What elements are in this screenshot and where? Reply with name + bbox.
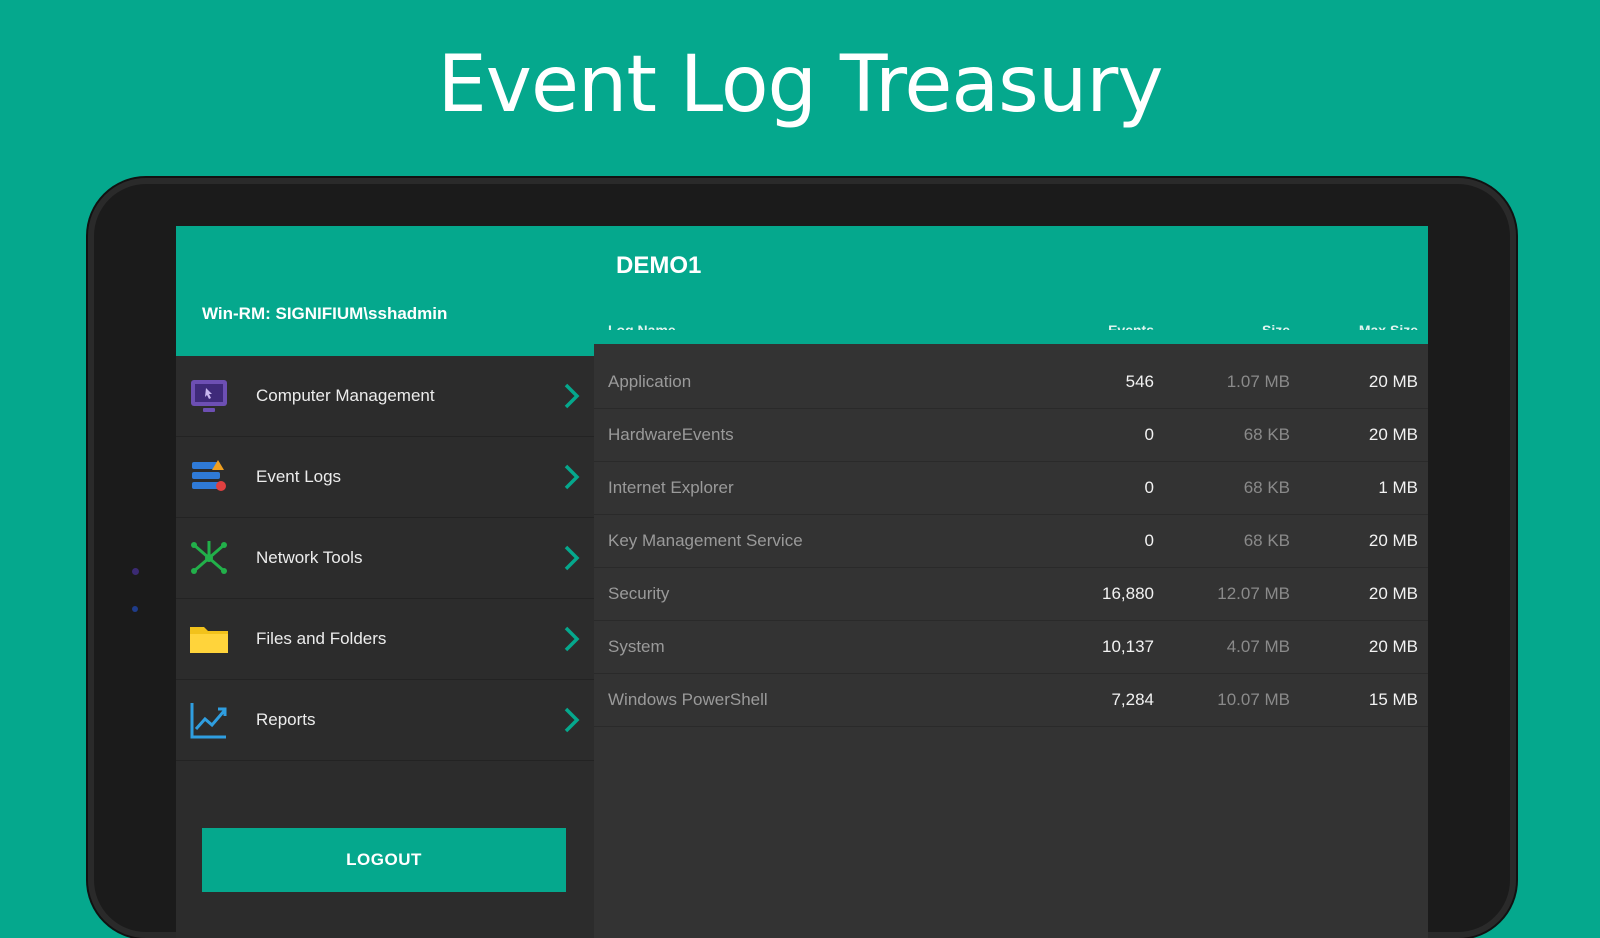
log-events: 0 bbox=[1144, 478, 1154, 497]
log-size: 12.07 MB bbox=[1217, 584, 1290, 603]
log-max-size: 15 MB bbox=[1368, 690, 1418, 709]
log-events: 7,284 bbox=[1111, 690, 1154, 709]
folder-icon bbox=[186, 616, 232, 662]
camera-dot bbox=[132, 606, 138, 612]
table-row[interactable]: Application 546 1.07 MB 20 MB bbox=[594, 356, 1428, 409]
menu-item-label: Network Tools bbox=[256, 548, 363, 567]
log-size: 68 KB bbox=[1243, 425, 1290, 444]
network-icon bbox=[186, 535, 232, 581]
table-row[interactable]: Windows PowerShell 7,284 10.07 MB 15 MB bbox=[594, 674, 1428, 727]
menu-item-label: Files and Folders bbox=[256, 629, 387, 648]
banner-title: Event Log Treasury bbox=[437, 40, 1164, 130]
chevron-right-icon bbox=[564, 545, 580, 571]
column-header-size[interactable]: Size bbox=[1262, 322, 1290, 330]
log-max-size: 20 MB bbox=[1368, 425, 1418, 444]
table-row[interactable]: System 10,137 4.07 MB 20 MB bbox=[594, 621, 1428, 674]
chevron-right-icon bbox=[564, 707, 580, 733]
menu-item-label: Computer Management bbox=[256, 386, 435, 405]
log-name: Application bbox=[608, 372, 692, 391]
log-name: HardwareEvents bbox=[608, 425, 734, 444]
menu-item-label: Reports bbox=[256, 710, 316, 729]
account-label: Win-RM: SIGNIFIUM\sshadmin bbox=[202, 304, 448, 323]
tablet-frame: Win-RM: SIGNIFIUM\sshadmin Computer Mana… bbox=[88, 178, 1516, 938]
log-events: 16,880 bbox=[1102, 584, 1154, 603]
chevron-right-icon bbox=[564, 464, 580, 490]
column-header-max-size[interactable]: Max Size bbox=[1359, 322, 1418, 330]
sensor-dot bbox=[132, 568, 139, 575]
column-header-name[interactable]: Log Name bbox=[608, 322, 676, 330]
table-row[interactable]: HardwareEvents 0 68 KB 20 MB bbox=[594, 409, 1428, 462]
log-max-size: 1 MB bbox=[1378, 478, 1418, 497]
app-screen: Win-RM: SIGNIFIUM\sshadmin Computer Mana… bbox=[176, 226, 1428, 938]
content-header: DEMO1 Log Name Events Size Max Size bbox=[594, 226, 1428, 344]
menu-item-event-logs[interactable]: Event Logs bbox=[176, 437, 594, 518]
log-max-size: 20 MB bbox=[1368, 584, 1418, 603]
menu-item-reports[interactable]: Reports bbox=[176, 680, 594, 761]
navigation-drawer: Win-RM: SIGNIFIUM\sshadmin Computer Mana… bbox=[176, 226, 594, 938]
menu-item-network-tools[interactable]: Network Tools bbox=[176, 518, 594, 599]
log-size: 4.07 MB bbox=[1226, 637, 1290, 656]
log-events: 10,137 bbox=[1102, 637, 1154, 656]
chart-icon bbox=[186, 697, 232, 743]
table-row[interactable]: Security 16,880 12.07 MB 20 MB bbox=[594, 568, 1428, 621]
log-events: 0 bbox=[1144, 531, 1154, 550]
log-name: Key Management Service bbox=[608, 531, 803, 550]
menu-item-files-and-folders[interactable]: Files and Folders bbox=[176, 599, 594, 680]
table-row[interactable]: Key Management Service 0 68 KB 20 MB bbox=[594, 515, 1428, 568]
event-logs-panel: DEMO1 Log Name Events Size Max Size Appl… bbox=[594, 226, 1428, 938]
logout-button[interactable]: LOGOUT bbox=[202, 828, 566, 892]
table-row[interactable]: Internet Explorer 0 68 KB 1 MB bbox=[594, 462, 1428, 515]
log-max-size: 20 MB bbox=[1368, 372, 1418, 391]
log-name: System bbox=[608, 637, 665, 656]
drawer-menu: Computer Management Event Logs Network T… bbox=[176, 356, 594, 761]
log-max-size: 20 MB bbox=[1368, 531, 1418, 550]
log-size: 68 KB bbox=[1243, 531, 1290, 550]
log-events: 0 bbox=[1144, 425, 1154, 444]
log-table: Application 546 1.07 MB 20 MB HardwareEv… bbox=[594, 356, 1428, 727]
chevron-right-icon bbox=[564, 626, 580, 652]
log-name: Security bbox=[608, 584, 670, 603]
log-name: Windows PowerShell bbox=[608, 690, 768, 709]
chevron-right-icon bbox=[564, 383, 580, 409]
menu-item-label: Event Logs bbox=[256, 467, 342, 486]
host-title: DEMO1 bbox=[616, 252, 702, 279]
log-size: 68 KB bbox=[1243, 478, 1290, 497]
monitor-icon bbox=[186, 373, 232, 419]
log-size: 1.07 MB bbox=[1226, 372, 1290, 391]
drawer-header: Win-RM: SIGNIFIUM\sshadmin bbox=[176, 226, 594, 356]
event-log-icon bbox=[186, 454, 232, 500]
column-header-events[interactable]: Events bbox=[1108, 322, 1154, 330]
menu-item-computer-management[interactable]: Computer Management bbox=[176, 356, 594, 437]
log-size: 10.07 MB bbox=[1217, 690, 1290, 709]
log-name: Internet Explorer bbox=[608, 478, 734, 497]
log-max-size: 20 MB bbox=[1368, 637, 1418, 656]
log-events: 546 bbox=[1125, 372, 1154, 391]
